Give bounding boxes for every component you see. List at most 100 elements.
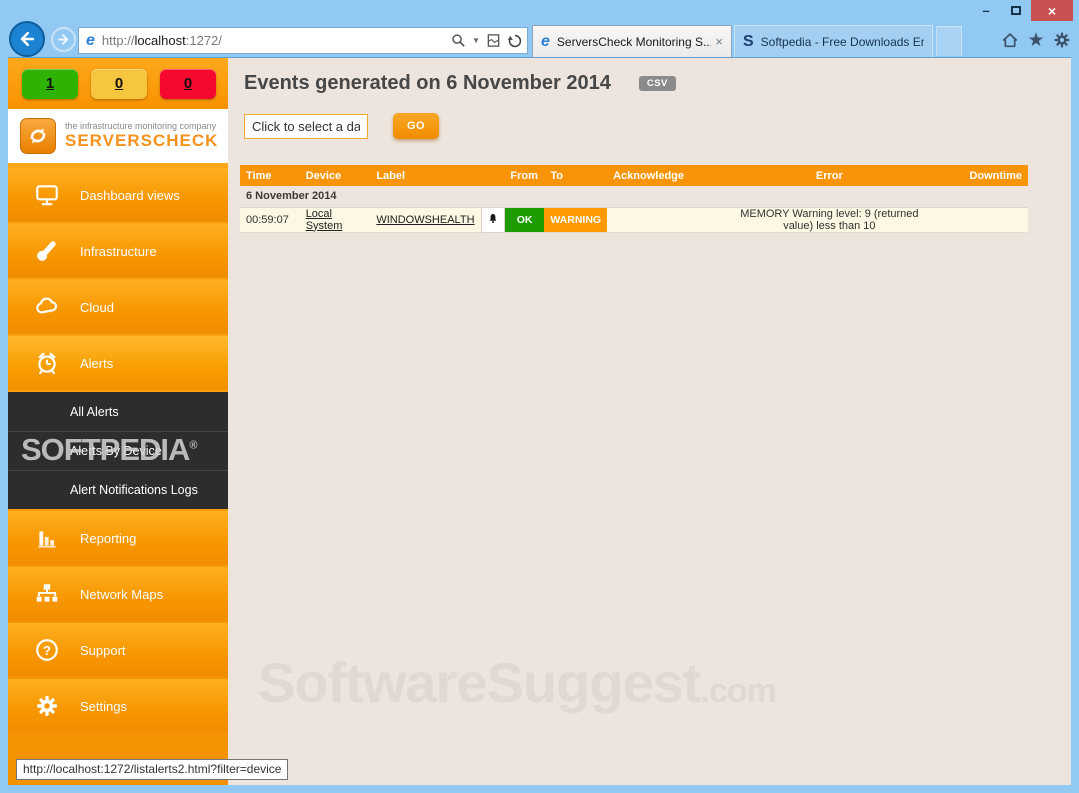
cell-error: MEMORY Warning level: 9 (returned value)…: [723, 206, 936, 233]
maximize-icon: [1011, 5, 1021, 15]
sidebar-item-network-maps[interactable]: Network Maps: [8, 567, 228, 621]
new-tab-button[interactable]: [936, 26, 962, 56]
tab-softpedia[interactable]: S Softpedia - Free Downloads En...: [734, 25, 933, 57]
tools-icon[interactable]: [1052, 30, 1072, 50]
status-badge-to: WARNING: [544, 206, 608, 233]
favorites-icon[interactable]: ★: [1026, 30, 1046, 51]
cell-downtime: [935, 206, 1028, 233]
cell-time: 00:59:07: [240, 206, 300, 233]
cell-acknowledge: [607, 206, 724, 233]
sidebar: 1 0 0 the infrastructure monitoring comp…: [8, 58, 228, 785]
status-url-tooltip: http://localhost:1272/listalerts2.html?f…: [16, 759, 289, 780]
softpedia-favicon: S: [743, 32, 754, 50]
bell-icon[interactable]: [487, 212, 499, 225]
svg-text:?: ?: [43, 643, 51, 658]
sidebar-item-support[interactable]: ? Support: [8, 623, 228, 677]
url-text[interactable]: http://localhost:1272/: [102, 33, 451, 48]
sidebar-item-label: Settings: [80, 698, 127, 714]
sidebar-item-label: Alerts: [80, 355, 114, 371]
cell-bell: [480, 206, 505, 233]
page-title: Events generated on 6 November 2014: [244, 72, 611, 94]
sidebar-item-label: Reporting: [80, 530, 137, 546]
status-badge-from: OK: [504, 206, 545, 233]
page-content: 1 0 0 the infrastructure monitoring comp…: [8, 57, 1071, 785]
sidebar-item-dashboard-views[interactable]: Dashboard views: [8, 168, 228, 222]
col-from: From: [504, 165, 545, 186]
table-row: 00:59:07 Local System WINDOWSHEALTH OK W…: [240, 206, 1028, 233]
date-input[interactable]: [244, 113, 368, 139]
col-error: Error: [723, 165, 936, 186]
cell-device: Local System: [299, 206, 371, 233]
tab-serverscheck[interactable]: e ServersCheck Monitoring S... ×: [532, 25, 732, 57]
sidebar-item-reporting[interactable]: Reporting: [8, 511, 228, 565]
col-acknowledge: Acknowledge: [607, 165, 724, 186]
table-header-row: Time Device Label From To Acknowledge Er…: [240, 165, 1028, 186]
address-bar[interactable]: e http://localhost:1272/ ▼: [78, 27, 528, 54]
counter-warning[interactable]: 0: [91, 68, 147, 99]
main-content: Events generated on 6 November 2014 CSV …: [228, 58, 1071, 785]
status-counters: 1 0 0: [8, 58, 228, 109]
counter-error[interactable]: 0: [160, 68, 216, 99]
refresh-icon[interactable]: [507, 33, 523, 49]
url-host: localhost: [134, 33, 186, 48]
go-button[interactable]: GO: [393, 113, 439, 139]
sidebar-item-label: Infrastructure: [80, 243, 157, 259]
device-link[interactable]: Local System: [306, 208, 343, 232]
col-to: To: [544, 165, 608, 186]
close-button[interactable]: ×: [1031, 0, 1073, 21]
maximize-button[interactable]: [1001, 0, 1031, 20]
cloud-icon: [34, 294, 60, 320]
sidebar-item-infrastructure[interactable]: Infrastructure: [8, 224, 228, 278]
search-icon[interactable]: [451, 33, 466, 48]
compatibility-page-icon[interactable]: [486, 33, 501, 48]
events-table: Time Device Label From To Acknowledge Er…: [240, 165, 1028, 233]
sidebar-item-label: Network Maps: [80, 586, 164, 602]
softwaresuggest-watermark: SoftwareSuggest.com: [258, 651, 777, 714]
help-icon: ?: [34, 637, 60, 663]
gear-icon: [34, 693, 60, 719]
tab-close-icon[interactable]: ×: [715, 34, 723, 49]
bar-chart-icon: [34, 525, 60, 551]
sidebar-subitem-label: All Alerts: [70, 404, 119, 419]
col-downtime: Downtime: [935, 165, 1028, 186]
logo-tagline: the infrastructure monitoring company: [65, 121, 217, 132]
thermometer-icon: [34, 238, 60, 264]
ie-favicon: e: [541, 32, 550, 50]
logo-brand: SERVERSCHECK: [65, 131, 219, 151]
ie-page-icon: e: [86, 31, 95, 49]
home-icon[interactable]: [1000, 30, 1020, 50]
tab-softpedia-label: Softpedia - Free Downloads En...: [760, 34, 924, 49]
sidebar-item-cloud[interactable]: Cloud: [8, 280, 228, 334]
back-arrow-icon: [20, 31, 35, 47]
minimize-button[interactable]: –: [971, 0, 1001, 20]
tab-serverscheck-label: ServersCheck Monitoring S...: [556, 34, 712, 49]
csv-export-button[interactable]: CSV: [638, 76, 676, 91]
label-link[interactable]: WINDOWSHEALTH: [376, 214, 474, 226]
search-dropdown-icon[interactable]: ▼: [472, 36, 480, 45]
serverscheck-logo-icon: [20, 118, 56, 154]
network-icon: [34, 581, 60, 607]
sidebar-item-settings[interactable]: Settings: [8, 679, 228, 733]
sidebar-subitem-alerts-by-device[interactable]: Alerts By Device: [8, 431, 228, 470]
col-time: Time: [240, 165, 300, 186]
sidebar-subitem-label: Alerts By Device: [70, 444, 162, 458]
serverscheck-logo[interactable]: the infrastructure monitoring company SE…: [8, 109, 228, 163]
sidebar-subitem-all-alerts[interactable]: All Alerts: [8, 392, 228, 431]
forward-button[interactable]: [51, 27, 76, 52]
sidebar-item-label: Cloud: [80, 299, 114, 315]
alarm-clock-icon: [34, 350, 60, 376]
col-bell: [481, 165, 505, 186]
cell-label: WINDOWSHEALTH: [370, 206, 482, 233]
url-port: :1272/: [185, 33, 222, 48]
sidebar-subitem-alert-notifications-logs[interactable]: Alert Notifications Logs: [8, 470, 228, 509]
forward-arrow-icon: [58, 34, 69, 45]
sidebar-item-label: Support: [80, 642, 126, 658]
date-group-row: 6 November 2014: [240, 186, 1028, 208]
monitor-icon: [34, 182, 60, 208]
counter-ok[interactable]: 1: [22, 68, 78, 99]
back-button[interactable]: [9, 21, 45, 57]
sidebar-item-alerts[interactable]: Alerts: [8, 336, 228, 390]
url-protocol: http://: [101, 33, 135, 48]
sidebar-subitem-label: Alert Notifications Logs: [70, 483, 198, 497]
sidebar-item-label: Dashboard views: [80, 187, 180, 203]
